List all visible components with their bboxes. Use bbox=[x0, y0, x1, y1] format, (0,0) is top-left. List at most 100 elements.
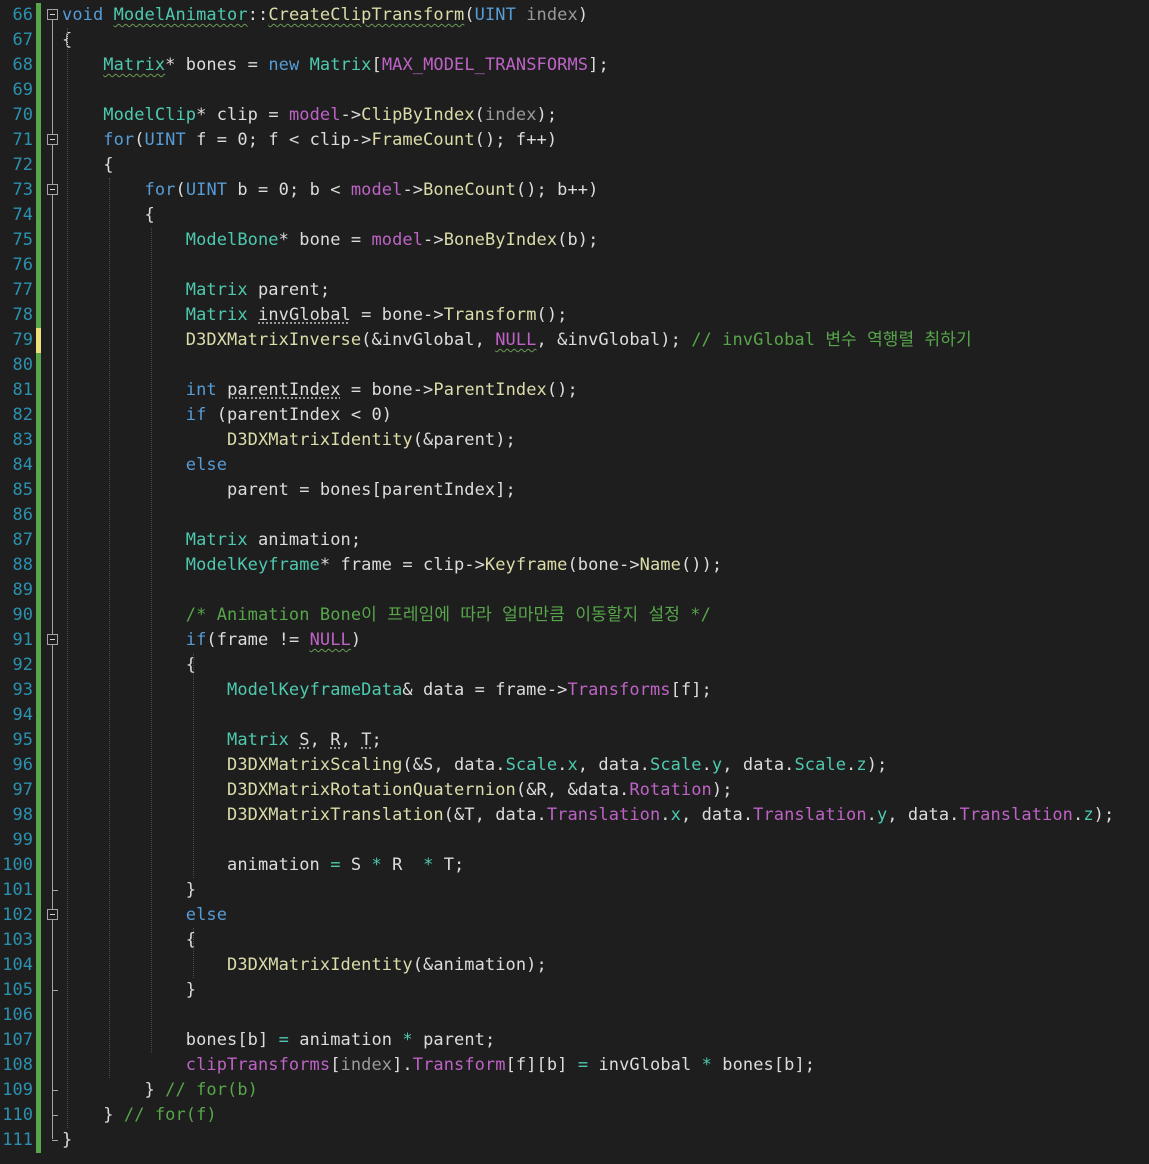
collapse-region-icon[interactable] bbox=[47, 134, 58, 145]
code-line[interactable]: 86 bbox=[0, 503, 1149, 528]
line-number: 71 bbox=[12, 130, 33, 150]
code-editor[interactable]: 66 void ModelAnimator::CreateClipTransfor… bbox=[0, 0, 1149, 1164]
line-number: 69 bbox=[12, 80, 33, 100]
code-line[interactable]: 78 Matrix invGlobal = bone->Transform(); bbox=[0, 303, 1149, 328]
code-token: parent; bbox=[412, 1030, 496, 1050]
code-line[interactable]: 68 Matrix* bones = new Matrix[MAX_MODEL_… bbox=[0, 53, 1149, 78]
code-text: /* Animation Bone이 프레임에 따라 얼마만큼 이동할지 설정 … bbox=[62, 603, 711, 628]
code-token: * bbox=[402, 1030, 413, 1050]
code-line[interactable]: 90 /* Animation Bone이 프레임에 따라 얼마만큼 이동할지 … bbox=[0, 603, 1149, 628]
code-text: Matrix parent; bbox=[62, 278, 330, 303]
code-line[interactable]: 75 ModelBone* bone = model->BoneByIndex(… bbox=[0, 228, 1149, 253]
code-line[interactable]: 97 D3DXMatrixRotationQuaternion(&R, &dat… bbox=[0, 778, 1149, 803]
code-line[interactable]: 95 Matrix S, R, T; bbox=[0, 728, 1149, 753]
code-line[interactable]: 77 Matrix parent; bbox=[0, 278, 1149, 303]
saved-change-marker bbox=[36, 253, 41, 278]
code-token: ( bbox=[474, 105, 485, 125]
code-line[interactable]: 106 bbox=[0, 1003, 1149, 1028]
code-line[interactable]: 82 if (parentIndex < 0) bbox=[0, 403, 1149, 428]
saved-change-marker bbox=[36, 278, 41, 303]
code-text: for(UINT f = 0; f < clip->FrameCount(); … bbox=[62, 128, 557, 153]
code-token: (frame != bbox=[206, 630, 310, 650]
code-token: = bone-> bbox=[340, 380, 434, 400]
code-line[interactable]: 91 if(frame != NULL) bbox=[0, 628, 1149, 653]
code-line[interactable]: 103 { bbox=[0, 928, 1149, 953]
code-token: z bbox=[856, 755, 867, 775]
code-token: for bbox=[144, 180, 176, 200]
code-line[interactable]: 89 bbox=[0, 578, 1149, 603]
code-line[interactable]: 110 } // for(f) bbox=[0, 1103, 1149, 1128]
code-line[interactable]: 88 ModelKeyframe* frame = clip->Keyframe… bbox=[0, 553, 1149, 578]
code-line[interactable]: 99 bbox=[0, 828, 1149, 853]
code-token: CreateClipTransform bbox=[268, 5, 465, 25]
line-number: 105 bbox=[2, 980, 33, 1000]
code-line[interactable]: 83 D3DXMatrixIdentity(&parent); bbox=[0, 428, 1149, 453]
code-text: ModelBone* bone = model->BoneByIndex(b); bbox=[62, 228, 599, 253]
line-number: 86 bbox=[12, 505, 33, 525]
line-number: 104 bbox=[2, 955, 33, 975]
line-number: 70 bbox=[12, 105, 33, 125]
code-line[interactable]: 93 ModelKeyframeData& data = frame->Tran… bbox=[0, 678, 1149, 703]
saved-change-marker bbox=[36, 353, 41, 378]
line-number: 87 bbox=[12, 530, 33, 550]
line-number: 107 bbox=[2, 1030, 33, 1050]
code-token: void bbox=[62, 5, 104, 25]
code-line[interactable]: 101 } bbox=[0, 878, 1149, 903]
code-line[interactable]: 92 { bbox=[0, 653, 1149, 678]
collapse-region-icon[interactable] bbox=[47, 9, 58, 20]
collapse-region-icon[interactable] bbox=[47, 909, 58, 920]
code-line[interactable]: 80 bbox=[0, 353, 1149, 378]
collapse-region-icon[interactable] bbox=[47, 634, 58, 645]
code-token: Keyframe bbox=[484, 555, 568, 575]
code-text: } bbox=[62, 1128, 72, 1153]
line-number: 90 bbox=[12, 605, 33, 625]
code-line[interactable]: 67{ bbox=[0, 28, 1149, 53]
code-line[interactable]: 69 bbox=[0, 78, 1149, 103]
code-line[interactable]: 81 int parentIndex = bone->ParentIndex()… bbox=[0, 378, 1149, 403]
code-line[interactable]: 104 D3DXMatrixIdentity(&animation); bbox=[0, 953, 1149, 978]
code-line[interactable]: 107 bones[b] = animation * parent; bbox=[0, 1028, 1149, 1053]
code-token: ( bbox=[175, 180, 186, 200]
code-line[interactable]: 76 bbox=[0, 253, 1149, 278]
code-token: ); bbox=[866, 755, 888, 775]
code-text: parent = bones[parentIndex]; bbox=[62, 478, 516, 503]
code-line[interactable]: 109 } // for(b) bbox=[0, 1078, 1149, 1103]
line-number: 110 bbox=[2, 1105, 33, 1125]
code-token: ]. bbox=[392, 1055, 413, 1075]
collapse-region-icon[interactable] bbox=[47, 184, 58, 195]
saved-change-marker bbox=[36, 953, 41, 978]
code-line[interactable]: 79 D3DXMatrixInverse(&invGlobal, NULL, &… bbox=[0, 328, 1149, 353]
code-line[interactable]: 66 void ModelAnimator::CreateClipTransfor… bbox=[0, 3, 1149, 28]
code-line[interactable]: 105 } bbox=[0, 978, 1149, 1003]
fold-end-marker bbox=[52, 1140, 58, 1141]
code-line[interactable]: 100 animation = S * R * T; bbox=[0, 853, 1149, 878]
line-number: 85 bbox=[12, 480, 33, 500]
code-text: animation = S * R * T; bbox=[62, 853, 464, 878]
code-line[interactable]: 108 clipTransforms[index].Transform[f][b… bbox=[0, 1053, 1149, 1078]
code-token: parent = bones[parentIndex]; bbox=[62, 480, 516, 500]
line-number: 108 bbox=[2, 1055, 33, 1075]
code-line[interactable]: 71 for(UINT f = 0; f < clip->FrameCount(… bbox=[0, 128, 1149, 153]
code-line[interactable]: 96 D3DXMatrixScaling(&S, data.Scale.x, d… bbox=[0, 753, 1149, 778]
code-line[interactable]: 98 D3DXMatrixTranslation(&T, data.Transl… bbox=[0, 803, 1149, 828]
code-token: . bbox=[557, 755, 568, 775]
code-token: else bbox=[185, 455, 228, 475]
saved-change-marker bbox=[36, 128, 41, 153]
code-line[interactable]: 111} bbox=[0, 1128, 1149, 1153]
code-line[interactable]: 94 bbox=[0, 703, 1149, 728]
code-line[interactable]: 102 else bbox=[0, 903, 1149, 928]
code-line[interactable]: 85 parent = bones[parentIndex]; bbox=[0, 478, 1149, 503]
code-line[interactable]: 87 Matrix animation; bbox=[0, 528, 1149, 553]
code-line[interactable]: 72 { bbox=[0, 153, 1149, 178]
code-line[interactable]: 70 ModelClip* clip = model->ClipByIndex(… bbox=[0, 103, 1149, 128]
code-token: MAX_MODEL_TRANSFORMS bbox=[381, 55, 589, 75]
code-token: Matrix bbox=[185, 305, 248, 325]
saved-change-marker bbox=[36, 803, 41, 828]
code-token: // for(f) bbox=[123, 1105, 217, 1125]
code-token: ModelClip bbox=[103, 105, 197, 125]
code-line[interactable]: 73 for(UINT b = 0; b < model->BoneCount(… bbox=[0, 178, 1149, 203]
code-line[interactable]: 74 { bbox=[0, 203, 1149, 228]
code-line[interactable]: 84 else bbox=[0, 453, 1149, 478]
